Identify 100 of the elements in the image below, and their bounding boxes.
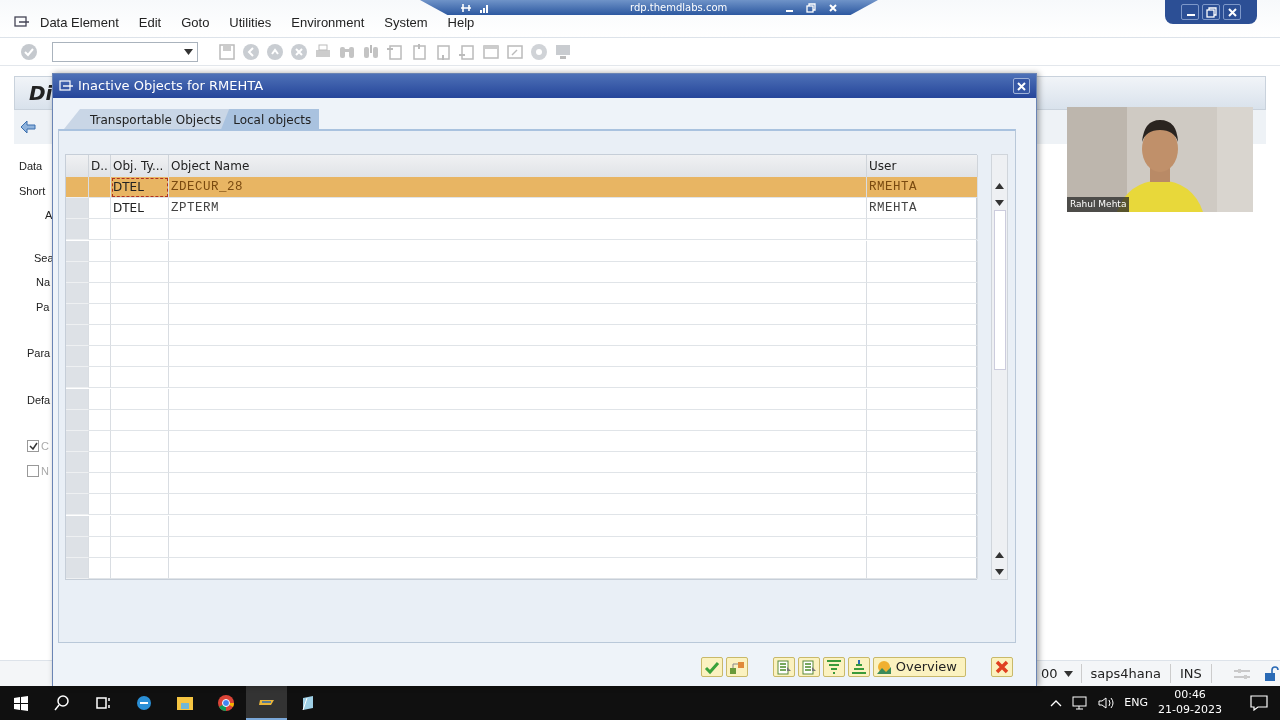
checkbox-label: N bbox=[41, 463, 49, 479]
restore-icon[interactable] bbox=[806, 2, 816, 13]
clock-time[interactable]: 00:46 bbox=[1158, 688, 1222, 703]
table-cell bbox=[89, 240, 111, 262]
list-button[interactable] bbox=[772, 657, 795, 677]
command-field[interactable] bbox=[52, 41, 198, 62]
binoculars-icon[interactable] bbox=[362, 42, 380, 61]
back-arrow-icon[interactable] bbox=[20, 120, 36, 134]
checkbox[interactable] bbox=[27, 440, 39, 453]
page-icon[interactable] bbox=[458, 42, 476, 61]
menu-item[interactable]: Goto bbox=[171, 12, 220, 33]
table-cell bbox=[111, 219, 169, 241]
table-cell bbox=[89, 515, 111, 537]
table-cell bbox=[111, 557, 169, 579]
table-cell bbox=[89, 219, 111, 241]
list-button[interactable] bbox=[797, 657, 820, 677]
enter-icon[interactable] bbox=[20, 42, 38, 61]
close-icon[interactable] bbox=[1225, 5, 1239, 19]
close-icon[interactable] bbox=[1017, 81, 1026, 91]
monitor-icon[interactable] bbox=[554, 42, 572, 61]
pin-icon[interactable] bbox=[460, 2, 472, 13]
caret-icon[interactable] bbox=[184, 48, 193, 55]
checkbox[interactable] bbox=[27, 464, 39, 477]
screen-title: Di bbox=[29, 80, 53, 107]
language-indicator[interactable]: ENG bbox=[1124, 694, 1149, 712]
column-header[interactable]: Obj. Ty... bbox=[111, 155, 169, 177]
page-icon[interactable] bbox=[434, 42, 452, 61]
menu-item[interactable]: Environment bbox=[281, 12, 375, 33]
scroll-up-icon[interactable] bbox=[995, 552, 1004, 558]
field-label: Pa bbox=[35, 299, 50, 315]
save-icon[interactable] bbox=[218, 42, 236, 61]
transport-button[interactable] bbox=[725, 657, 748, 677]
search-icon[interactable] bbox=[52, 694, 71, 712]
network-icon[interactable] bbox=[1072, 696, 1089, 710]
close-icon[interactable] bbox=[828, 2, 838, 13]
settings-icon[interactable] bbox=[1233, 666, 1252, 681]
restore-icon[interactable] bbox=[1204, 5, 1218, 19]
filter-button[interactable] bbox=[822, 657, 845, 677]
close-button[interactable] bbox=[1013, 78, 1030, 94]
task-view-icon[interactable] bbox=[93, 694, 112, 712]
column-header[interactable]: User bbox=[867, 155, 978, 177]
table-cell: RMEHTA bbox=[867, 198, 978, 220]
menu-item[interactable]: Data Element bbox=[30, 12, 129, 33]
menu-item[interactable]: Help bbox=[437, 12, 485, 33]
notification-icon[interactable] bbox=[1250, 695, 1268, 711]
overview-button[interactable]: Overview bbox=[872, 657, 966, 677]
table-cell bbox=[89, 177, 111, 199]
column-header[interactable]: D.. bbox=[89, 155, 111, 177]
browser-icon[interactable] bbox=[134, 694, 153, 712]
window-icon[interactable] bbox=[482, 42, 500, 61]
page-icon[interactable] bbox=[410, 42, 428, 61]
cancel-icon[interactable] bbox=[290, 42, 308, 61]
column-header[interactable]: Object Name bbox=[169, 155, 867, 177]
chevron-up-icon[interactable] bbox=[1050, 699, 1063, 707]
page-icon[interactable] bbox=[386, 42, 404, 61]
scroll-down-icon[interactable] bbox=[995, 569, 1004, 575]
window-icon[interactable] bbox=[506, 42, 524, 61]
cancel-button[interactable] bbox=[991, 657, 1013, 677]
table-cell bbox=[89, 261, 111, 283]
table-cell bbox=[111, 536, 169, 558]
client-field[interactable]: 00 bbox=[1041, 663, 1082, 684]
sort-icon bbox=[850, 659, 867, 675]
clock-date[interactable]: 21-09-2023 bbox=[1158, 703, 1222, 718]
select-all-cell[interactable] bbox=[66, 155, 89, 177]
volume-icon[interactable] bbox=[1098, 696, 1115, 710]
table-cell bbox=[111, 409, 169, 431]
confirm-button[interactable] bbox=[700, 657, 723, 677]
tab[interactable]: Local objects bbox=[221, 109, 320, 129]
help-icon[interactable] bbox=[530, 42, 548, 61]
table-cell bbox=[89, 494, 111, 516]
menu-item[interactable]: Edit bbox=[128, 12, 172, 33]
field-label: Para bbox=[26, 346, 51, 361]
scrollbar[interactable] bbox=[991, 154, 1008, 580]
client-text: 00 bbox=[1041, 664, 1058, 683]
list-icon bbox=[800, 659, 817, 675]
menu-icon[interactable] bbox=[14, 15, 30, 30]
table-cell: DTEL bbox=[111, 177, 169, 199]
chrome-icon[interactable] bbox=[216, 694, 235, 712]
tab[interactable]: Transportable Objects bbox=[64, 109, 230, 129]
filter-icon bbox=[825, 659, 842, 675]
field-label: A bbox=[44, 208, 53, 223]
row-selector[interactable] bbox=[66, 177, 89, 199]
caret-icon[interactable] bbox=[1063, 670, 1073, 677]
checkmark-icon bbox=[28, 442, 38, 451]
lock-icon[interactable] bbox=[1264, 665, 1280, 682]
table-cell bbox=[111, 346, 169, 368]
sort-button[interactable] bbox=[847, 657, 870, 677]
menu-item[interactable]: Utilities bbox=[219, 12, 282, 33]
table-cell bbox=[111, 261, 169, 283]
folder-icon[interactable] bbox=[175, 694, 194, 712]
scroll-down-icon[interactable] bbox=[995, 200, 1004, 206]
menu-item[interactable]: System bbox=[374, 12, 438, 33]
table-cell bbox=[89, 557, 111, 579]
table-cell bbox=[89, 282, 111, 304]
table-cell bbox=[111, 515, 169, 537]
windows-icon[interactable] bbox=[11, 694, 30, 712]
back-icon[interactable] bbox=[242, 42, 260, 61]
scroll-up-icon[interactable] bbox=[995, 183, 1004, 189]
exit-icon[interactable] bbox=[266, 42, 284, 61]
signal-icon bbox=[480, 2, 490, 13]
